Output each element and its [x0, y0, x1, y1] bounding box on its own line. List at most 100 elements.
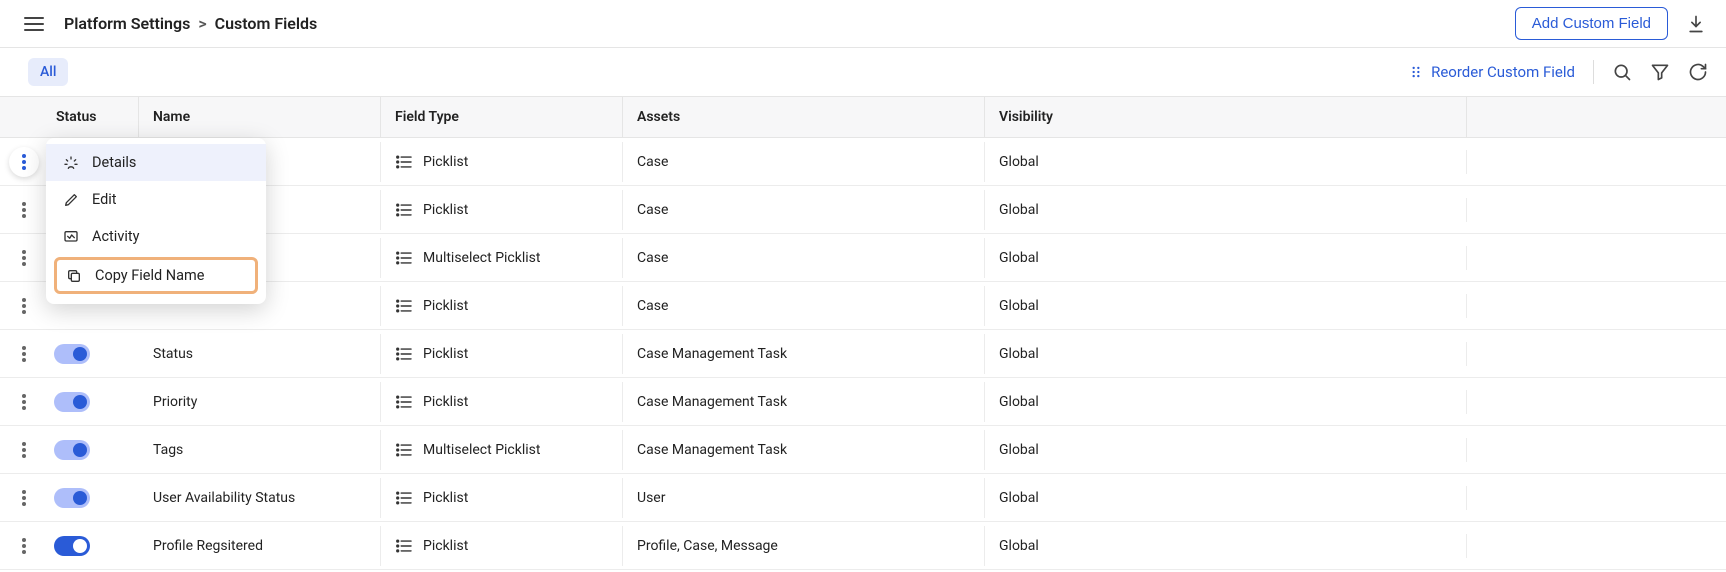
header-bar: Platform Settings > Custom Fields Add Cu…	[0, 0, 1726, 48]
row-actions[interactable]	[0, 298, 48, 314]
field-type-cell: Multiselect Picklist	[380, 430, 622, 470]
status-cell[interactable]	[48, 332, 138, 376]
spacer-cell	[1466, 486, 1726, 510]
menu-activity-label: Activity	[92, 228, 139, 245]
menu-edit[interactable]: Edit	[46, 181, 266, 218]
picklist-icon	[395, 299, 413, 313]
status-cell[interactable]	[48, 428, 138, 472]
kebab-icon[interactable]	[22, 346, 26, 362]
spacer-cell	[1466, 294, 1726, 318]
kebab-icon[interactable]	[22, 490, 26, 506]
kebab-icon[interactable]	[22, 202, 26, 218]
refresh-icon[interactable]	[1688, 62, 1708, 82]
assets-cell: Case	[622, 286, 984, 326]
field-type-cell: Picklist	[380, 334, 622, 374]
field-type-cell: Picklist	[380, 478, 622, 518]
action-bar: All Reorder Custom Field	[0, 48, 1726, 96]
row-actions[interactable]	[0, 490, 48, 506]
edit-icon	[62, 192, 80, 208]
kebab-icon[interactable]	[22, 250, 26, 266]
picklist-icon	[395, 251, 413, 265]
spacer-cell	[1466, 150, 1726, 174]
row-actions[interactable]	[0, 346, 48, 362]
col-visibility[interactable]: Visibility	[984, 97, 1466, 137]
custom-fields-table: Status Name Field Type Assets Visibility…	[0, 96, 1726, 570]
visibility-cell: Global	[984, 526, 1466, 566]
name-cell: Status	[138, 334, 380, 374]
picklist-icon	[395, 347, 413, 361]
action-bar-right: Reorder Custom Field	[1409, 60, 1708, 84]
status-toggle[interactable]	[54, 344, 90, 364]
menu-activity[interactable]: Activity	[46, 218, 266, 255]
col-assets[interactable]: Assets	[622, 97, 984, 137]
row-actions[interactable]	[0, 147, 48, 177]
reorder-label: Reorder Custom Field	[1431, 63, 1575, 81]
visibility-cell: Global	[984, 238, 1466, 278]
picklist-icon	[395, 491, 413, 505]
status-cell[interactable]	[48, 476, 138, 520]
visibility-cell: Global	[984, 382, 1466, 422]
field-type-text: Picklist	[423, 202, 468, 218]
field-type-text: Picklist	[423, 394, 468, 410]
assets-cell: Case	[622, 238, 984, 278]
table-header: Status Name Field Type Assets Visibility	[0, 97, 1726, 138]
divider	[1593, 60, 1594, 84]
status-toggle[interactable]	[54, 440, 90, 460]
row-context-menu: Details Edit Activity Copy Fie	[46, 138, 266, 304]
hamburger-menu-icon[interactable]	[20, 13, 48, 35]
picklist-icon	[395, 395, 413, 409]
copy-icon	[65, 268, 83, 284]
visibility-cell: Global	[984, 286, 1466, 326]
row-actions[interactable]	[0, 250, 48, 266]
spacer-cell	[1466, 198, 1726, 222]
row-actions[interactable]	[0, 538, 48, 554]
field-type-cell: Picklist	[380, 382, 622, 422]
table-row: Status Picklist Case Management Task Glo…	[0, 330, 1726, 378]
kebab-icon[interactable]	[22, 298, 26, 314]
kebab-icon[interactable]	[9, 147, 39, 177]
col-field-type[interactable]: Field Type	[380, 97, 622, 137]
col-name[interactable]: Name	[138, 97, 380, 137]
status-toggle[interactable]	[54, 536, 90, 556]
name-cell: Profile Regsitered	[138, 526, 380, 566]
status-toggle[interactable]	[54, 392, 90, 412]
menu-copy-label: Copy Field Name	[95, 267, 204, 284]
assets-cell: User	[622, 478, 984, 518]
status-toggle[interactable]	[54, 488, 90, 508]
spacer-cell	[1466, 390, 1726, 414]
table-row: Tags Multiselect Picklist Case Managemen…	[0, 426, 1726, 474]
spacer-cell	[1466, 246, 1726, 270]
picklist-icon	[395, 443, 413, 457]
kebab-icon[interactable]	[22, 538, 26, 554]
name-cell: User Availability Status	[138, 478, 380, 518]
field-type-text: Picklist	[423, 298, 468, 314]
header-right: Add Custom Field	[1515, 7, 1706, 40]
filter-icon[interactable]	[1650, 62, 1670, 82]
visibility-cell: Global	[984, 478, 1466, 518]
status-cell[interactable]	[48, 380, 138, 424]
kebab-icon[interactable]	[22, 442, 26, 458]
filter-all-chip[interactable]: All	[28, 58, 68, 86]
search-icon[interactable]	[1612, 62, 1632, 82]
col-status[interactable]: Status	[48, 97, 138, 137]
assets-cell: Case Management Task	[622, 382, 984, 422]
row-actions[interactable]	[0, 442, 48, 458]
breadcrumb: Platform Settings > Custom Fields	[64, 14, 317, 33]
status-cell[interactable]	[48, 524, 138, 568]
download-icon[interactable]	[1686, 14, 1706, 34]
reorder-custom-field-link[interactable]: Reorder Custom Field	[1409, 63, 1575, 81]
kebab-icon[interactable]	[22, 394, 26, 410]
menu-details-label: Details	[92, 154, 136, 171]
menu-details[interactable]: Details	[46, 144, 266, 181]
name-cell: Priority	[138, 382, 380, 422]
table-row: Priority Picklist Case Management Task G…	[0, 378, 1726, 426]
picklist-icon	[395, 539, 413, 553]
field-type-cell: Picklist	[380, 190, 622, 230]
menu-copy-field-name[interactable]: Copy Field Name	[57, 260, 255, 291]
name-cell: Tags	[138, 430, 380, 470]
picklist-icon	[395, 203, 413, 217]
row-actions[interactable]	[0, 394, 48, 410]
row-actions[interactable]	[0, 202, 48, 218]
breadcrumb-parent[interactable]: Platform Settings	[64, 14, 190, 33]
add-custom-field-button[interactable]: Add Custom Field	[1515, 7, 1668, 40]
